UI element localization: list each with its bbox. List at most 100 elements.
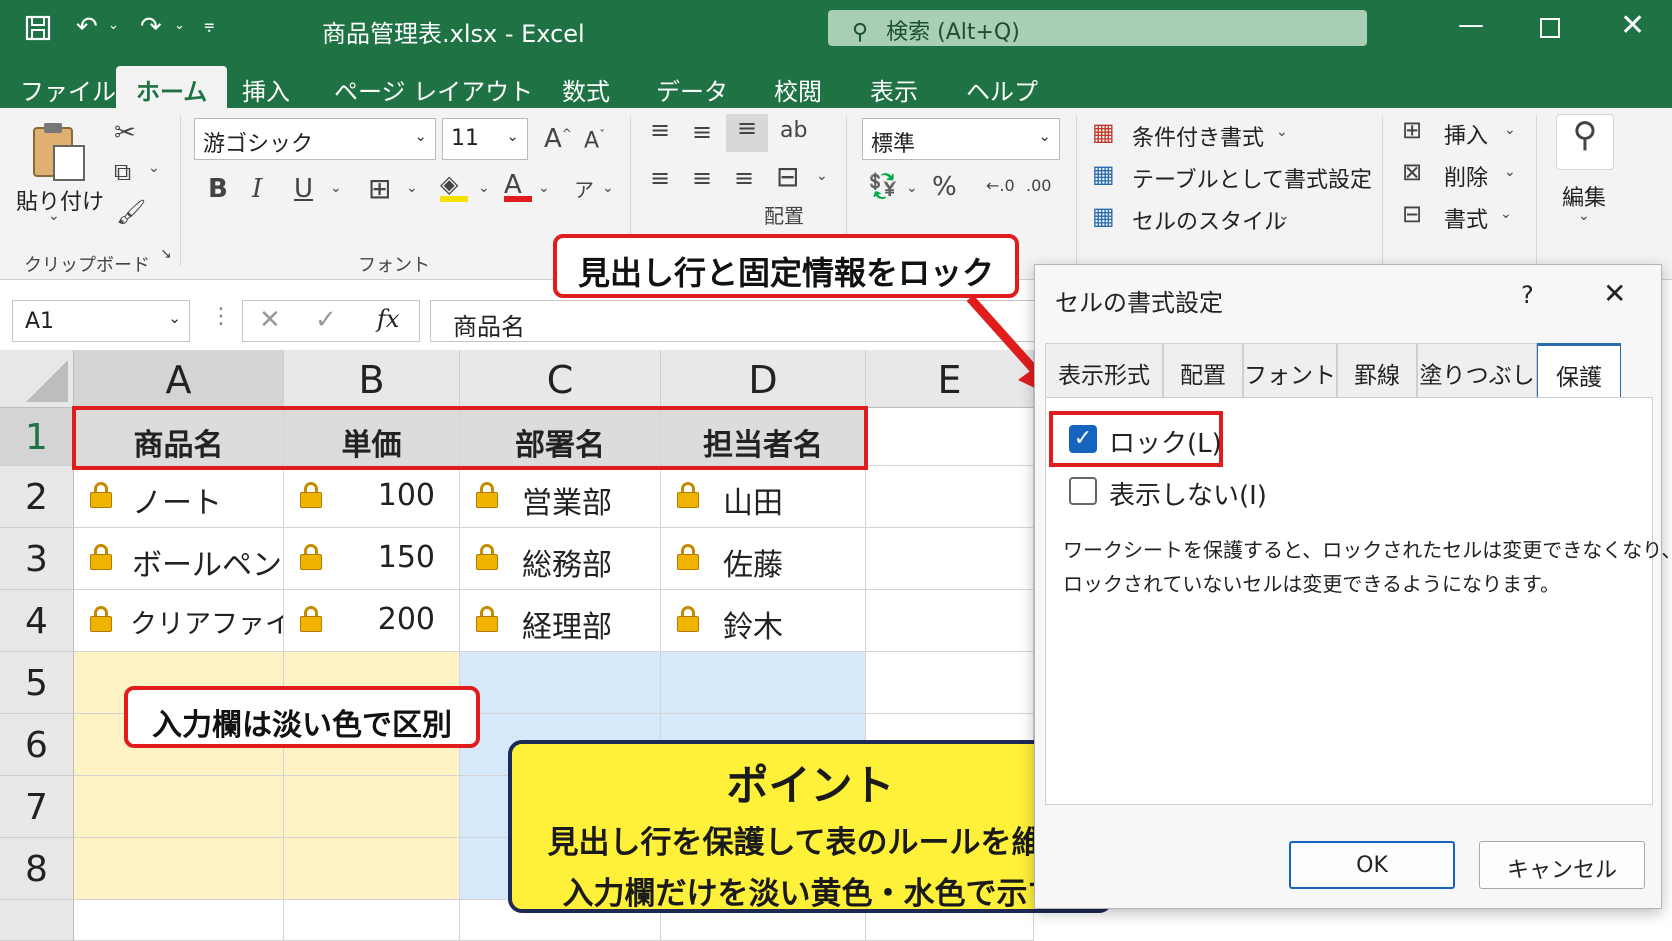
- increase-decimal-icon[interactable]: ←.0: [986, 176, 1015, 195]
- row-header-7[interactable]: 7: [0, 776, 74, 838]
- align-top-icon[interactable]: ≡: [650, 116, 670, 144]
- borders-dropdown-icon[interactable]: ⌄: [406, 180, 418, 196]
- tab-page-layout[interactable]: ページ レイアウト: [334, 66, 533, 108]
- tab-font[interactable]: フォント: [1243, 343, 1337, 397]
- paste-icon[interactable]: [30, 120, 90, 184]
- chevron-down-icon[interactable]: ⌄: [1504, 164, 1516, 180]
- chevron-down-icon[interactable]: ⌄: [1578, 208, 1590, 224]
- lock-checkbox[interactable]: ✓: [1069, 425, 1097, 453]
- cut-icon[interactable]: ✂: [114, 118, 136, 148]
- merge-dropdown-icon[interactable]: ⌄: [816, 168, 828, 184]
- customize-qat-icon[interactable]: ⩦: [204, 14, 215, 35]
- cancel-icon[interactable]: ✕: [259, 305, 281, 335]
- align-bottom-icon[interactable]: ≡: [726, 114, 768, 152]
- font-color-icon[interactable]: A: [504, 170, 532, 202]
- row-header-8[interactable]: 8: [0, 838, 74, 900]
- tab-view[interactable]: 表示: [870, 66, 918, 108]
- table-cell[interactable]: クリアファイル: [74, 590, 284, 652]
- tab-home[interactable]: ホーム: [116, 66, 228, 108]
- copy-icon[interactable]: ⧉: [114, 158, 131, 186]
- delete-button[interactable]: 削除: [1444, 160, 1488, 192]
- column-header-b[interactable]: B: [284, 350, 460, 408]
- input-cell[interactable]: [460, 652, 661, 714]
- align-middle-icon[interactable]: ≡: [692, 118, 712, 146]
- decrease-decimal-icon[interactable]: .00: [1026, 176, 1051, 195]
- paste-dropdown-icon[interactable]: ⌄: [48, 208, 60, 224]
- table-cell[interactable]: ノート: [74, 466, 284, 528]
- table-cell[interactable]: 200: [284, 590, 460, 652]
- column-header-a[interactable]: A: [74, 350, 284, 408]
- bold-icon[interactable]: B: [208, 174, 228, 204]
- table-cell[interactable]: ボールペン: [74, 528, 284, 590]
- redo-icon[interactable]: ↷: [140, 12, 162, 42]
- align-center-icon[interactable]: ≡: [692, 164, 712, 192]
- save-icon[interactable]: [24, 14, 52, 42]
- table-cell[interactable]: [866, 408, 1034, 466]
- row-header-9[interactable]: [0, 900, 74, 941]
- table-cell[interactable]: [866, 528, 1034, 590]
- ok-button[interactable]: OK: [1289, 841, 1455, 889]
- undo-dropdown-icon[interactable]: ⌄: [108, 18, 119, 33]
- close-icon[interactable]: ✕: [1620, 8, 1645, 43]
- fill-color-icon[interactable]: ◈: [440, 170, 468, 202]
- undo-icon[interactable]: ↶: [76, 12, 98, 42]
- table-cell[interactable]: 山田: [661, 466, 866, 528]
- cancel-button[interactable]: キャンセル: [1479, 841, 1645, 889]
- help-button[interactable]: ?: [1521, 281, 1534, 309]
- shrink-font-icon[interactable]: Aˇ: [584, 128, 605, 153]
- input-cell[interactable]: [284, 838, 460, 900]
- tab-protection[interactable]: 保護: [1537, 343, 1621, 397]
- table-cell[interactable]: [866, 652, 1034, 714]
- name-box[interactable]: A1 ⌄: [12, 300, 190, 342]
- format-as-table-button[interactable]: テーブルとして書式設定: [1132, 162, 1372, 194]
- column-header-c[interactable]: C: [460, 350, 661, 408]
- select-all-corner[interactable]: [0, 350, 74, 408]
- font-name-select[interactable]: 游ゴシック ⌄: [194, 118, 436, 160]
- input-cell[interactable]: [661, 652, 866, 714]
- format-button[interactable]: 書式: [1444, 202, 1488, 234]
- phonetic-dropdown-icon[interactable]: ⌄: [602, 180, 614, 196]
- currency-icon[interactable]: 💱: [868, 172, 898, 200]
- tab-data[interactable]: データ: [656, 66, 728, 108]
- tab-review[interactable]: 校閲: [774, 66, 822, 108]
- row-header-1[interactable]: 1: [0, 408, 74, 466]
- search-box[interactable]: ⚲ 検索 (Alt+Q): [828, 10, 1367, 46]
- fill-dropdown-icon[interactable]: ⌄: [478, 180, 490, 196]
- italic-icon[interactable]: I: [252, 174, 262, 204]
- tab-fill[interactable]: 塗りつぶし: [1417, 343, 1537, 397]
- cell-styles-button[interactable]: セルのスタイル: [1132, 204, 1286, 236]
- format-painter-icon[interactable]: 🖌: [116, 198, 146, 226]
- row-header-6[interactable]: 6: [0, 714, 74, 776]
- table-cell[interactable]: [284, 900, 460, 941]
- search-icon[interactable]: ⚲: [1556, 114, 1614, 170]
- table-cell[interactable]: [866, 590, 1034, 652]
- merge-center-icon[interactable]: ⊟: [776, 160, 799, 193]
- table-cell[interactable]: 総務部: [460, 528, 661, 590]
- copy-dropdown-icon[interactable]: ⌄: [148, 160, 160, 176]
- tab-formulas[interactable]: 数式: [562, 66, 610, 108]
- insert-button[interactable]: 挿入: [1444, 118, 1488, 150]
- underline-dropdown-icon[interactable]: ⌄: [330, 180, 342, 196]
- input-cell[interactable]: [74, 838, 284, 900]
- maximize-icon[interactable]: [1540, 18, 1560, 38]
- borders-icon[interactable]: ⊞: [368, 172, 391, 205]
- tab-alignment[interactable]: 配置: [1163, 343, 1243, 397]
- input-cell[interactable]: [74, 776, 284, 838]
- table-cell[interactable]: [866, 466, 1034, 528]
- align-right-icon[interactable]: ≡: [734, 164, 754, 192]
- fx-icon[interactable]: fx: [377, 305, 399, 333]
- hidden-checkbox[interactable]: [1069, 477, 1097, 505]
- grow-font-icon[interactable]: A^: [544, 124, 572, 154]
- redo-dropdown-icon[interactable]: ⌄: [174, 18, 185, 33]
- currency-dropdown-icon[interactable]: ⌄: [906, 180, 918, 196]
- font-color-dropdown-icon[interactable]: ⌄: [538, 180, 550, 196]
- underline-icon[interactable]: U: [294, 174, 313, 204]
- table-cell[interactable]: 鈴木: [661, 590, 866, 652]
- tab-insert[interactable]: 挿入: [242, 66, 290, 108]
- number-format-select[interactable]: 標準 ⌄: [862, 118, 1060, 160]
- phonetic-icon[interactable]: ア: [574, 174, 594, 203]
- chevron-down-icon[interactable]: ⌄: [1278, 208, 1290, 224]
- align-left-icon[interactable]: ≡: [650, 164, 670, 192]
- paste-button-label[interactable]: 貼り付け: [16, 184, 104, 216]
- row-header-3[interactable]: 3: [0, 528, 74, 590]
